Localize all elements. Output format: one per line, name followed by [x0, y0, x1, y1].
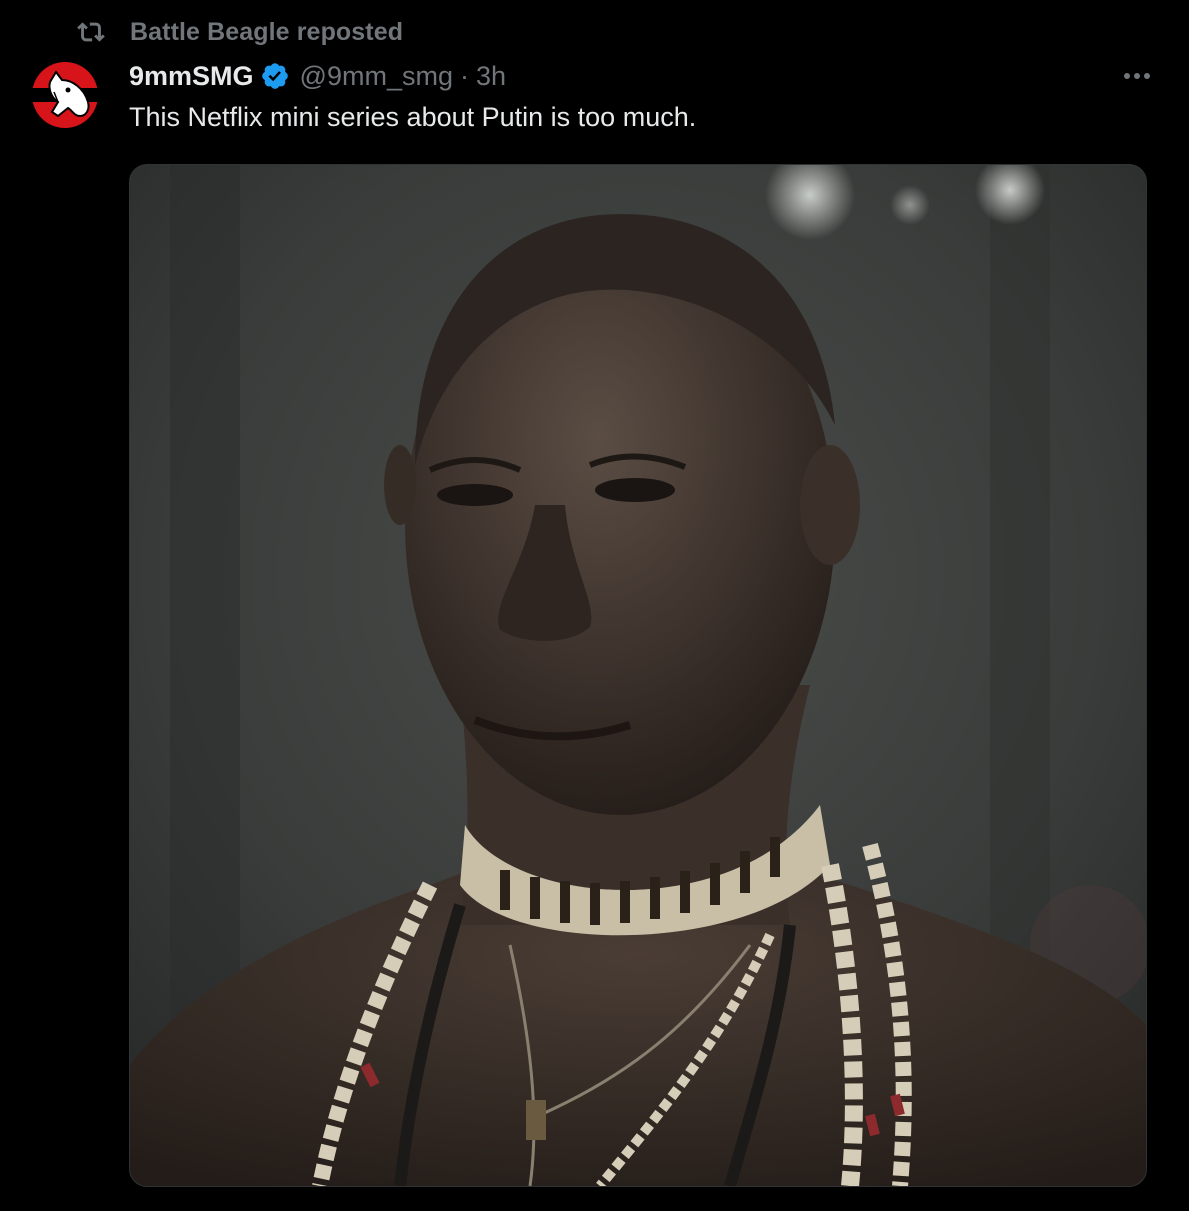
tweet-text: This Netflix mini series about Putin is … [129, 102, 697, 132]
tweet-card[interactable]: Battle Beagle reposted 9mmSMG @9mm_smg ·… [0, 0, 1189, 1211]
repost-context: Battle Beagle reposted [76, 14, 403, 50]
verified-badge-icon[interactable] [260, 61, 290, 91]
repost-label[interactable]: Battle Beagle reposted [130, 18, 403, 47]
author-handle[interactable]: @9mm_smg [300, 61, 453, 92]
author-display-name[interactable]: 9mmSMG [129, 61, 254, 92]
horse-head-logo-icon [28, 58, 102, 132]
tweet-timestamp[interactable]: 3h [476, 61, 506, 92]
tweet-photo[interactable] [129, 164, 1147, 1187]
separator-dot: · [459, 60, 469, 91]
avatar[interactable] [28, 58, 102, 132]
repost-icon [76, 17, 106, 47]
tweet-header: 9mmSMG @9mm_smg · 3h [129, 56, 506, 96]
portrait-photo [130, 165, 1146, 1186]
more-options-icon[interactable] [1119, 62, 1155, 90]
